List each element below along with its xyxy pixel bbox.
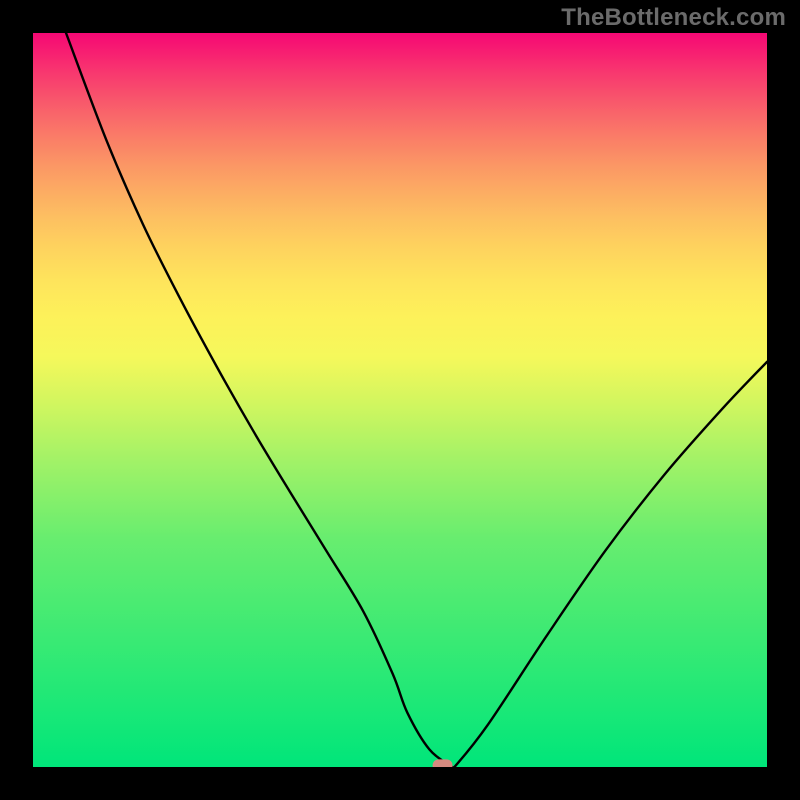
chart-background (33, 33, 767, 767)
chart-container: TheBottleneck.com (0, 0, 800, 800)
optimal-point-marker (433, 759, 453, 767)
bottleneck-chart (33, 33, 767, 767)
watermark-text: TheBottleneck.com (561, 4, 786, 32)
